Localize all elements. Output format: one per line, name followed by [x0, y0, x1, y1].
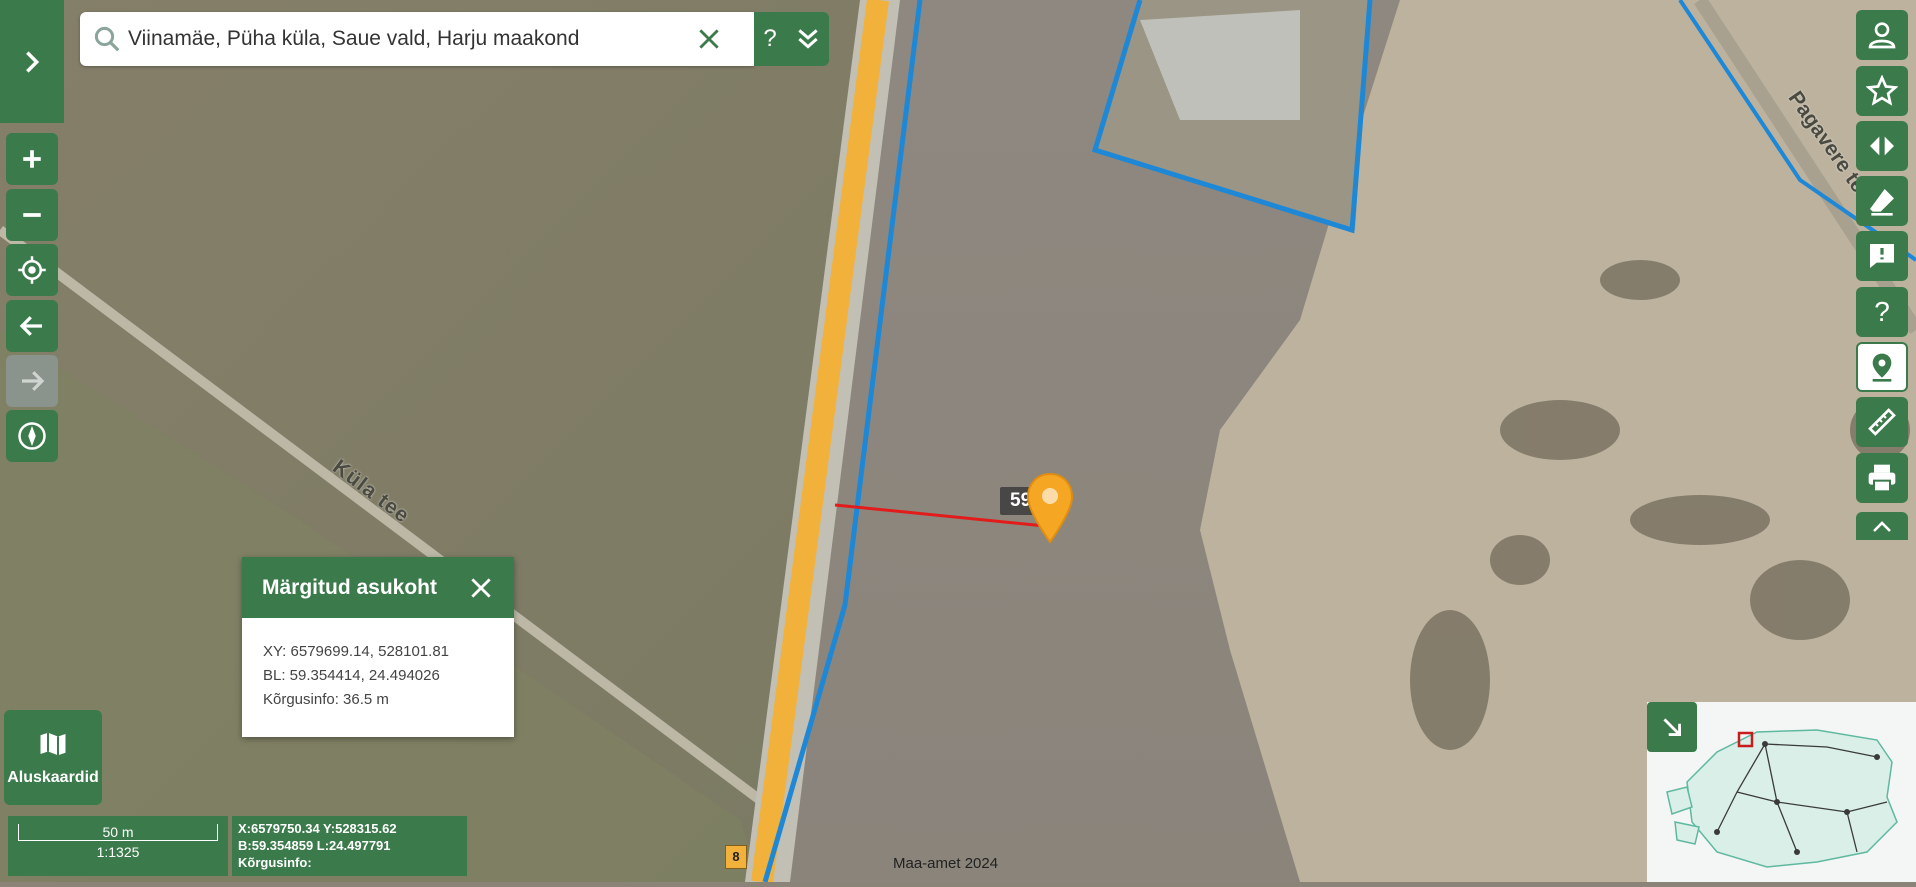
compare-button[interactable] — [1856, 121, 1908, 171]
scale-bar: 50 m 1:1325 — [8, 816, 228, 876]
help-icon: ? — [1874, 296, 1890, 327]
scale-distance: 50 m — [18, 824, 218, 841]
favorites-button[interactable] — [1856, 66, 1908, 116]
cursor-xy: X:6579750.34 Y:528315.62 — [238, 821, 397, 836]
arrow-down-right-icon — [1663, 718, 1681, 736]
collapse-toolbar-button[interactable] — [1856, 512, 1908, 540]
chevron-right-icon — [26, 50, 40, 73]
close-icon[interactable] — [468, 575, 494, 601]
locate-button[interactable] — [6, 244, 58, 296]
help-icon: ? — [763, 25, 777, 52]
cursor-bl: B:59.354859 L:24.497791 — [238, 838, 391, 853]
clear-search-icon[interactable] — [696, 26, 722, 52]
search-bar — [80, 12, 754, 66]
cursor-coordinates: X:6579750.34 Y:528315.62 B:59.354859 L:2… — [232, 816, 467, 876]
search-help-button[interactable]: ? — [754, 12, 786, 66]
print-icon — [1868, 464, 1896, 493]
cursor-height: Kõrgusinfo: — [238, 855, 312, 870]
eraser-icon — [1870, 189, 1894, 216]
forward-button[interactable] — [6, 355, 58, 407]
collapse-overview-button[interactable] — [1647, 702, 1697, 752]
search-icon — [94, 26, 120, 52]
zoom-in-button[interactable] — [6, 133, 58, 185]
star-icon — [1866, 75, 1898, 106]
back-button[interactable] — [6, 300, 58, 352]
basemaps-label: Aluskaardid — [7, 768, 99, 786]
popup-xy: XY: 6579699.14, 528101.81 — [263, 643, 450, 660]
location-pin-icon — [1872, 353, 1892, 382]
location-pin-button[interactable] — [1856, 342, 1908, 392]
print-button[interactable] — [1856, 453, 1908, 503]
marked-location-popup: Märgitud asukoht XY: 6579699.14, 528101.… — [242, 557, 514, 737]
popup-bl: BL: 59.354414, 24.494026 — [263, 667, 440, 684]
sidebar-toggle-button[interactable] — [0, 0, 64, 123]
user-button[interactable] — [1856, 10, 1908, 60]
compass-icon — [18, 422, 46, 450]
forward-arrow-icon — [22, 371, 45, 391]
map-canvas[interactable] — [0, 0, 1916, 882]
basemaps-button[interactable]: Aluskaardid — [4, 710, 102, 805]
zoom-in-icon — [23, 150, 41, 168]
map-attribution: Maa-amet 2024 — [893, 855, 999, 872]
search-input[interactable] — [126, 26, 690, 52]
zoom-out-icon — [23, 213, 41, 217]
help-button[interactable]: ? — [1856, 287, 1908, 337]
popup-height: Kõrgusinfo: 36.5 m — [263, 691, 389, 708]
ruler-icon — [1868, 408, 1896, 436]
zoom-out-button[interactable] — [6, 189, 58, 241]
compass-button[interactable] — [6, 410, 58, 462]
user-icon — [1868, 22, 1896, 49]
location-marker-pin[interactable] — [1025, 472, 1075, 544]
eraser-button[interactable] — [1856, 176, 1908, 226]
feedback-icon — [1870, 244, 1894, 268]
map-pin-icon — [1026, 472, 1074, 544]
double-chevron-down-icon — [797, 29, 818, 49]
back-arrow-icon — [19, 316, 42, 336]
scale-ratio: 1:1325 — [96, 844, 140, 860]
locate-icon — [18, 256, 46, 284]
chevron-up-icon — [1873, 521, 1891, 532]
road-number-badge: 8 — [725, 845, 747, 869]
map-icon — [40, 732, 66, 755]
search-options-button[interactable] — [786, 12, 829, 66]
measure-button[interactable] — [1856, 397, 1908, 447]
feedback-button[interactable] — [1856, 231, 1908, 281]
popup-title: Märgitud asukoht — [262, 575, 438, 599]
compare-icon — [1870, 136, 1894, 156]
